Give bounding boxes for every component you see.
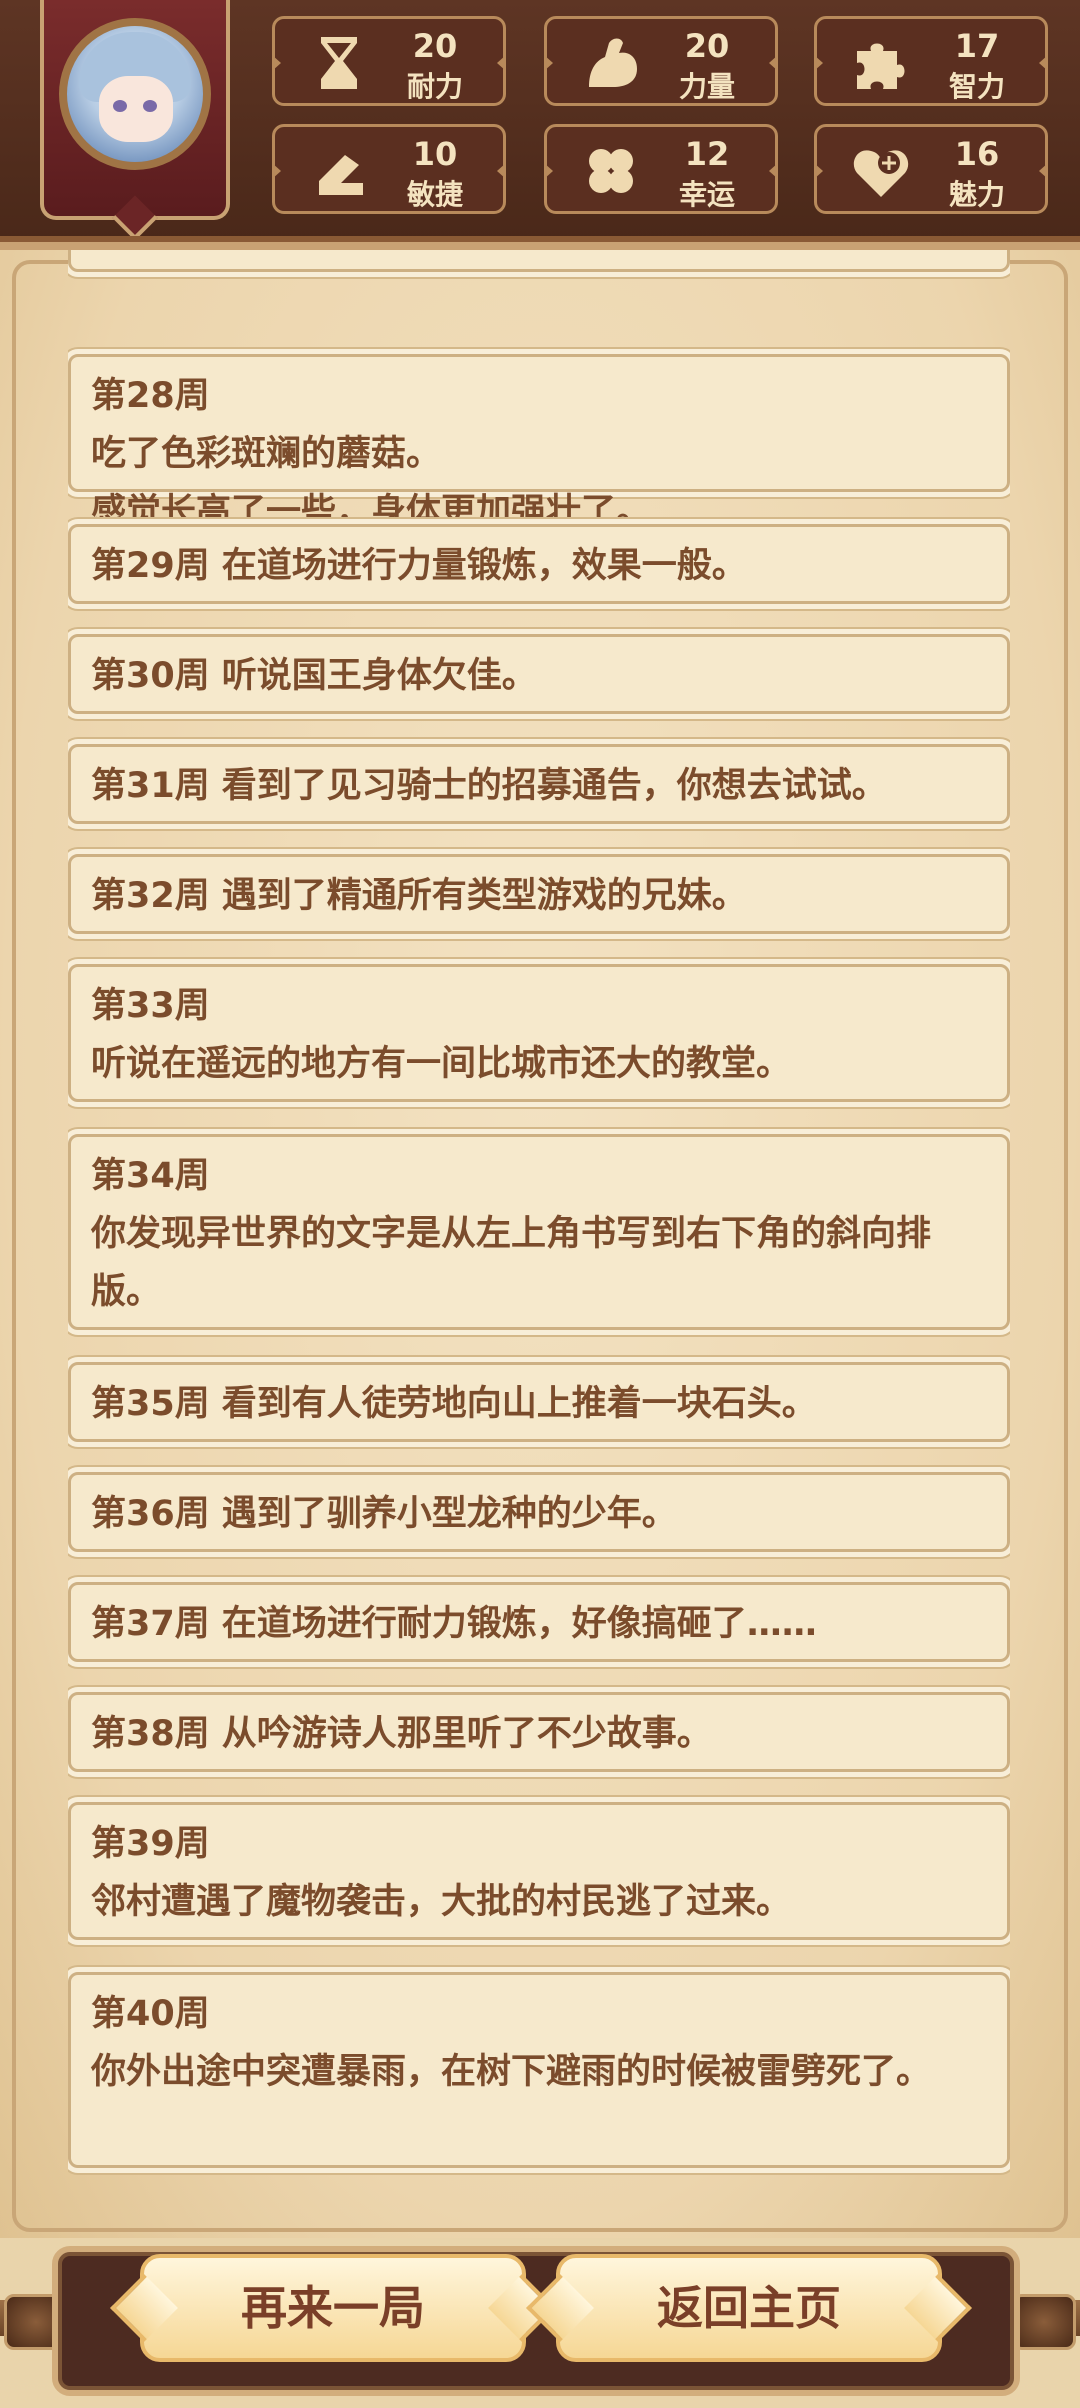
- log-entry-week: 第36周: [91, 1494, 210, 1534]
- flexed-arm-icon: [579, 33, 643, 93]
- log-entry-week: 第29周: [91, 546, 210, 586]
- event-log-list[interactable]: 第28周 吃了色彩斑斓的蘑菇。 感觉长高了一些，身体更加强壮了。 第29周 在道场进…: [68, 250, 1010, 2208]
- stat-charm: 16 魅力: [814, 124, 1048, 214]
- log-entry-text: 遇到了驯养小型龙种的少年。: [221, 1494, 677, 1534]
- stat-intellect-label: 智力: [948, 70, 1005, 103]
- stat-strength: 20 力量: [544, 16, 778, 106]
- stat-endurance-label: 耐力: [406, 70, 463, 103]
- stat-luck-value: 12: [684, 135, 730, 173]
- log-entry: 第35周 看到有人徒劳地向山上推着一块石头。: [68, 1362, 1010, 1442]
- avatar-frame: [40, 0, 230, 220]
- log-entry: 第36周 遇到了驯养小型龙种的少年。: [68, 1472, 1010, 1552]
- stat-intellect: 17 智力: [814, 16, 1048, 106]
- stat-charm-label: 魅力: [948, 178, 1005, 211]
- log-entry-text: 邻村遭遇了魔物袭击，大批的村民逃了过来。: [91, 1882, 792, 1922]
- log-entry-text: 在道场进行力量锻炼，效果一般。: [221, 546, 747, 586]
- event-log-panel[interactable]: 第28周 吃了色彩斑斓的蘑菇。 感觉长高了一些，身体更加强壮了。 第29周 在道场进…: [0, 250, 1080, 2238]
- log-entry-text: 你外出途中突遭暴雨，在树下避雨的时候被雷劈死了。: [91, 2052, 932, 2092]
- stat-luck-label: 幸运: [678, 178, 735, 211]
- clover-icon: [579, 141, 643, 201]
- log-entry: 第34周你发现异世界的文字是从左上角书写到右下角的斜向排版。: [68, 1134, 1010, 1330]
- stat-endurance-value: 20: [412, 27, 458, 65]
- log-entry-text: 遇到了精通所有类型游戏的兄妹。: [221, 876, 747, 916]
- log-entry-text: 从吟游诗人那里听了不少故事。: [221, 1714, 712, 1754]
- puzzle-icon: [849, 33, 913, 93]
- log-entry: 第40周你外出途中突遭暴雨，在树下避雨的时候被雷劈死了。: [68, 1972, 1010, 2168]
- log-entry: 第30周 听说国王身体欠佳。: [68, 634, 1010, 714]
- stat-strength-value: 20: [684, 27, 730, 65]
- log-entry: 第37周 在道场进行耐力锻炼，好像搞砸了……: [68, 1582, 1010, 1662]
- log-entry: [68, 250, 1010, 272]
- status-header: 20 耐力 20 力量 17 智力 10 敏捷 12 幸运 16 魅力: [0, 0, 1080, 250]
- stat-strength-label: 力量: [678, 70, 735, 103]
- log-entry-text: 在道场进行耐力锻炼，好像搞砸了……: [221, 1604, 817, 1644]
- log-entry-week: 第39周: [91, 1824, 210, 1864]
- log-entry: 第33周听说在遥远的地方有一间比城市还大的教堂。: [68, 964, 1010, 1102]
- log-entry: 第38周 从吟游诗人那里听了不少故事。: [68, 1692, 1010, 1772]
- stat-intellect-value: 17: [954, 27, 1000, 65]
- stat-agility-label: 敏捷: [406, 178, 463, 211]
- stat-endurance: 20 耐力: [272, 16, 506, 106]
- log-entry-text: 吃了色彩斑斓的蘑菇。: [91, 434, 442, 474]
- stat-charm-value: 16: [954, 135, 1000, 173]
- log-entry-week: 第37周: [91, 1604, 210, 1644]
- log-entry: 第29周 在道场进行力量锻炼，效果一般。: [68, 524, 1010, 604]
- stat-agility: 10 敏捷: [272, 124, 506, 214]
- boot-icon: [307, 141, 371, 201]
- log-entry-week: 第34周: [91, 1156, 210, 1196]
- log-entry-week: 第32周: [91, 876, 210, 916]
- home-button[interactable]: 返回主页: [556, 2254, 942, 2362]
- hourglass-icon: [307, 33, 371, 93]
- log-entry: 第28周 吃了色彩斑斓的蘑菇。 感觉长高了一些，身体更加强壮了。: [68, 354, 1010, 532]
- log-entry-week: 第30周: [91, 656, 210, 696]
- stat-luck: 12 幸运: [544, 124, 778, 214]
- log-entry-week: 第33周: [91, 986, 210, 1026]
- log-entry-week: 第40周: [91, 1994, 210, 2034]
- log-entry: 第31周 看到了见习骑士的招募通告，你想去试试。: [68, 744, 1010, 824]
- heart-plus-icon: [849, 141, 913, 201]
- log-entry: 第32周 遇到了精通所有类型游戏的兄妹。: [68, 854, 1010, 934]
- log-entry-text: 看到有人徒劳地向山上推着一块石头。: [221, 1384, 817, 1424]
- log-entry-week: 第35周: [91, 1384, 210, 1424]
- replay-button[interactable]: 再来一局: [140, 2254, 526, 2362]
- log-entry-text: 听说国王身体欠佳。: [221, 656, 537, 696]
- log-entry-week: 第28周: [91, 376, 210, 416]
- log-entry-text: 你发现异世界的文字是从左上角书写到右下角的斜向排版。: [91, 1214, 932, 1312]
- log-entry-text: 看到了见习骑士的招募通告，你想去试试。: [221, 766, 887, 806]
- log-entry-text: 听说在遥远的地方有一间比城市还大的教堂。: [91, 1044, 792, 1084]
- log-entry-week: 第38周: [91, 1714, 210, 1754]
- avatar[interactable]: [59, 18, 211, 170]
- rail-knob-right: [1012, 2294, 1076, 2350]
- stat-agility-value: 10: [412, 135, 458, 173]
- log-entry: 第39周邻村遭遇了魔物袭击，大批的村民逃了过来。: [68, 1802, 1010, 1940]
- log-entry-week: 第31周: [91, 766, 210, 806]
